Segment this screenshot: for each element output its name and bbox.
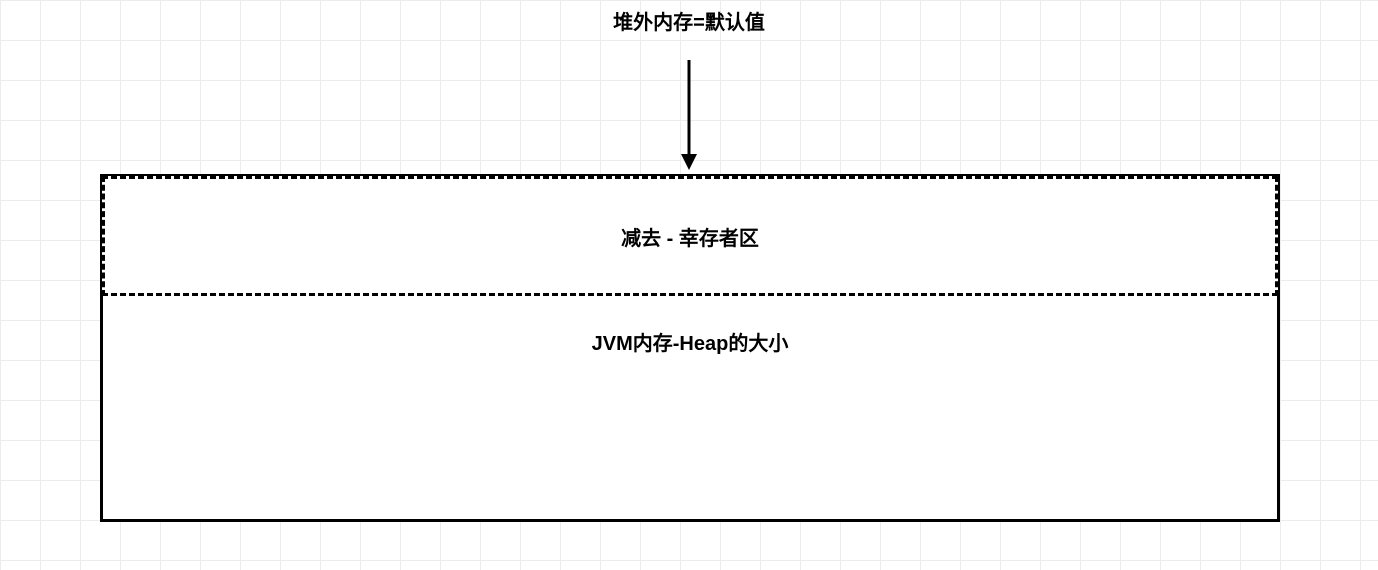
jvm-heap-box: 减去 - 幸存者区 JVM内存-Heap的大小 — [100, 174, 1280, 522]
diagram-content: 堆外内存=默认值 减去 - 幸存者区 JVM内存-Heap的大小 — [0, 0, 1378, 570]
survivor-region-box: 减去 - 幸存者区 — [102, 176, 1278, 296]
heap-size-label: JVM内存-Heap的大小 — [103, 327, 1277, 356]
survivor-label: 减去 - 幸存者区 — [621, 222, 759, 251]
off-heap-label: 堆外内存=默认值 — [613, 6, 765, 35]
arrow-down-icon — [677, 60, 701, 175]
